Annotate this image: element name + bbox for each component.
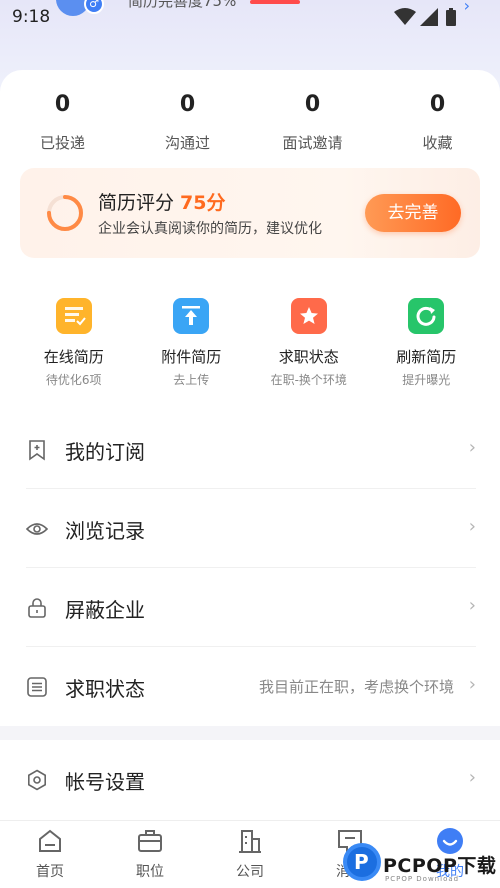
resume-icon: [55, 298, 92, 334]
quick-tools: 在线简历 待优化6项 附件简历 去上传 求职状态 在职-换个环境 刷新简历 提升…: [0, 298, 500, 394]
eye-icon: [26, 523, 48, 535]
tool-sub: 提升曝光: [402, 373, 451, 387]
stat-label: 沟通过: [164, 134, 210, 152]
pcpop-logo-icon: P: [343, 843, 381, 881]
tool-name: 在线简历: [43, 348, 104, 366]
tool-name: 求职状态: [278, 348, 339, 366]
resume-completeness-text: 简历完善度75%: [128, 0, 237, 10]
building-icon: [239, 830, 261, 853]
briefcase-icon: [138, 830, 162, 852]
nav-jobs[interactable]: 职位: [100, 821, 200, 888]
profile-card: 0 已投递 0 沟通过 0 面试邀请 0 收藏 简历评分 75分 企业会认真阅读你…: [0, 70, 500, 726]
tool-name: 刷新简历: [396, 348, 457, 366]
tool-name: 附件简历: [161, 348, 222, 366]
tool-online-resume[interactable]: 在线简历 待优化6项: [15, 298, 133, 394]
stat-label: 收藏: [422, 134, 453, 152]
stats-row: 0 已投递 0 沟通过 0 面试邀请 0 收藏: [0, 90, 500, 160]
tool-refresh-resume[interactable]: 刷新简历 提升曝光: [368, 298, 486, 394]
wifi-icon: [394, 8, 416, 25]
status-icons: [394, 8, 464, 26]
stat-interview[interactable]: 0 面试邀请: [250, 90, 375, 160]
settings-card: 帐号设置 ›: [0, 740, 500, 824]
tool-sub: 待优化6项: [45, 373, 102, 387]
tool-sub: 去上传: [173, 373, 210, 387]
menu-item-subscriptions[interactable]: 我的订阅 ›: [26, 410, 476, 489]
signal-icon: [420, 8, 438, 26]
chevron-right-icon: ›: [468, 516, 476, 537]
improve-button[interactable]: 去完善: [365, 194, 461, 232]
gear-icon: [28, 769, 46, 791]
menu-item-block-company[interactable]: 屏蔽企业 ›: [26, 568, 476, 647]
chevron-right-icon: ›: [468, 437, 476, 458]
watermark-small-text: PCPOP Download: [385, 875, 460, 883]
stat-label: 面试邀请: [282, 134, 343, 152]
stat-favorites[interactable]: 0 收藏: [375, 90, 500, 160]
status-time: 9:18: [12, 7, 51, 27]
pcpop-watermark: P PCPOP下载 PCPOP Download: [343, 843, 500, 888]
menu-item-job-status[interactable]: 求职状态 我目前正在职，考虑换个环境 ›: [26, 647, 476, 726]
battery-icon: [446, 8, 456, 26]
score-label: 简历评分: [98, 192, 175, 214]
resume-score-banner[interactable]: 简历评分 75分 企业会认真阅读你的简历，建议优化 去完善: [20, 168, 480, 258]
stat-communicated[interactable]: 0 沟通过: [125, 90, 250, 160]
watermark-text: PCPOP下载: [383, 855, 497, 877]
status-bar: 9:18 ♂ 简历完善度75% ›: [0, 0, 500, 36]
list-icon: [27, 677, 47, 697]
chevron-right-icon: ›: [468, 767, 476, 788]
score-subtitle: 企业会认真阅读你的简历，建议优化: [98, 221, 322, 237]
job-status-value: 我目前正在职，考虑换个环境: [258, 678, 454, 696]
nav-label: 职位: [136, 864, 164, 880]
menu-item-account-settings[interactable]: 帐号设置 ›: [26, 740, 476, 819]
menu-list: 我的订阅 › 浏览记录 › 屏蔽企业 › 求职状态 我目前正在职，考虑换个环境 …: [0, 410, 500, 726]
stat-delivered[interactable]: 0 已投递: [0, 90, 125, 160]
gender-icon: ♂: [84, 0, 104, 14]
stat-number: 0: [429, 92, 446, 117]
stat-number: 0: [179, 92, 196, 117]
home-icon: [39, 829, 61, 852]
star-icon: [290, 298, 327, 334]
tool-job-status[interactable]: 求职状态 在职-换个环境: [250, 298, 368, 394]
nav-label: 公司: [236, 864, 264, 880]
stat-number: 0: [304, 92, 321, 117]
refresh-icon: [408, 298, 445, 334]
menu-label: 浏览记录: [65, 519, 145, 543]
menu-label: 屏蔽企业: [65, 598, 145, 622]
score-ring-icon: [47, 195, 83, 231]
tool-sub: 在职-换个环境: [270, 373, 347, 387]
score-points: 75分: [180, 192, 226, 214]
bookmark-icon: [29, 440, 45, 461]
nav-companies[interactable]: 公司: [200, 821, 300, 888]
menu-label: 我的订阅: [65, 440, 145, 464]
tool-attachment-resume[interactable]: 附件简历 去上传: [133, 298, 251, 394]
upload-icon: [173, 298, 210, 334]
menu-label: 求职状态: [65, 677, 145, 701]
nav-home[interactable]: 首页: [0, 821, 100, 888]
stat-number: 0: [54, 92, 71, 117]
completeness-bar: [250, 0, 300, 4]
menu-item-history[interactable]: 浏览记录 ›: [26, 489, 476, 568]
chevron-right-icon: ›: [468, 674, 476, 695]
chevron-right-icon: ›: [463, 0, 470, 15]
stat-label: 已投递: [39, 134, 85, 152]
lock-icon: [28, 598, 46, 618]
nav-label: 首页: [36, 864, 64, 880]
chevron-right-icon: ›: [468, 595, 476, 616]
score-title: 简历评分 75分: [98, 188, 225, 215]
menu-label: 帐号设置: [65, 770, 145, 794]
